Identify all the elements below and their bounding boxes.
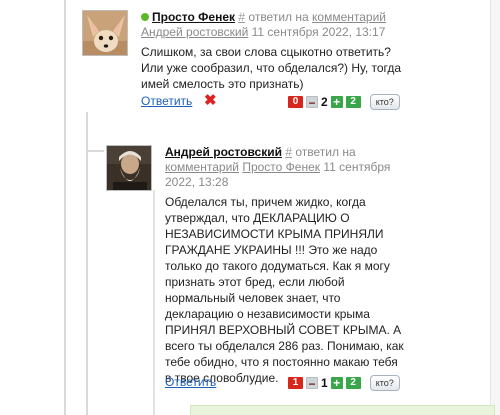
avatar-andrey[interactable]	[106, 145, 152, 191]
reply-form-box[interactable]	[190, 405, 495, 415]
comment-body: Слишком, за свои слова сцыкотно ответить…	[141, 45, 402, 91]
comment-body: Обделался ты, причем жидко, когда утверж…	[165, 195, 404, 385]
thread-connector	[86, 150, 104, 152]
minus-count-badge: 0	[288, 96, 303, 108]
vote-panel: 0 − 2 + 2 кто?	[288, 94, 400, 110]
thread-rail-child	[153, 190, 155, 415]
replied-to-comment-link[interactable]: комментарий	[312, 10, 386, 24]
reply-target-author[interactable]: Просто Фенек	[242, 160, 320, 174]
vote-score: 1	[321, 376, 328, 390]
vote-up-button[interactable]: +	[330, 96, 343, 108]
replied-to-comment-link[interactable]: комментарий	[165, 160, 239, 174]
portrait-avatar-image	[107, 146, 151, 190]
reply-button[interactable]: Ответить	[141, 94, 192, 108]
vote-score: 2	[321, 95, 328, 109]
permalink-hash[interactable]: #	[285, 145, 292, 159]
plus-count-badge: 2	[345, 96, 361, 108]
replied-to-prefix: ответил на	[248, 10, 309, 24]
reply-target-author[interactable]: Андрей ростовский	[141, 25, 248, 39]
avatar-fenek[interactable]	[82, 10, 128, 56]
delete-icon[interactable]: ✖	[204, 93, 217, 108]
comment-timestamp: 11 сентября 2022, 13:17	[251, 25, 386, 39]
who-voted-button[interactable]: кто?	[369, 375, 400, 391]
thread-rail-inner	[86, 112, 88, 415]
comment-meta: Андрей ростовский # ответил на комментар…	[165, 145, 403, 190]
reply-button[interactable]: Ответить	[165, 375, 216, 389]
vote-down-button[interactable]: −	[306, 377, 318, 390]
permalink-hash[interactable]: #	[238, 10, 245, 24]
comment-meta: Просто Фенек # ответил на комментарий Ан…	[141, 10, 486, 40]
thread-rail-outer	[64, 0, 66, 415]
comment-timestamp-date: 11 сентября	[323, 160, 391, 174]
replied-to-prefix: ответил на	[295, 145, 356, 159]
plus-count-badge: 2	[345, 377, 361, 389]
author-name[interactable]: Андрей ростовский	[165, 145, 282, 159]
author-name[interactable]: Просто Фенек	[152, 10, 235, 24]
vote-up-button[interactable]: +	[330, 377, 343, 389]
online-status-icon	[141, 13, 149, 21]
comment-timestamp-time: 2022, 13:28	[165, 175, 229, 189]
vote-panel: 1 − 1 + 2 кто?	[288, 375, 400, 391]
vote-down-button[interactable]: −	[306, 96, 318, 109]
who-voted-button[interactable]: кто?	[369, 94, 400, 110]
fennec-fox-avatar-image	[83, 11, 127, 55]
minus-count-badge: 1	[288, 377, 303, 389]
page-scrollbar[interactable]	[490, 0, 500, 415]
